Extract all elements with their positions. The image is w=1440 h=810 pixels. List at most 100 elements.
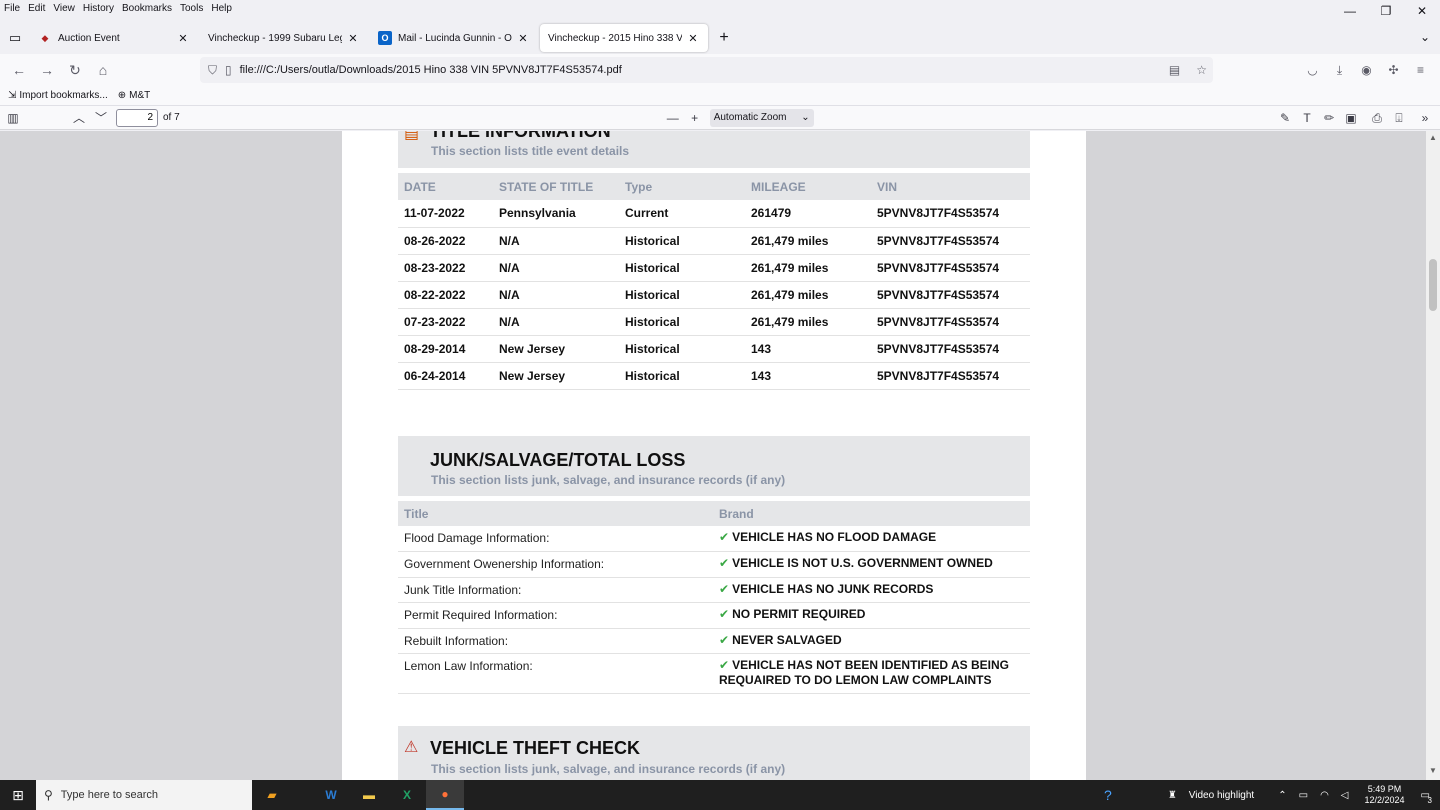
menu-file[interactable]: File	[4, 3, 20, 14]
word-app-icon[interactable]: W	[312, 780, 350, 810]
video-highlight[interactable]: Video highlight	[1189, 790, 1254, 801]
taskbar: ⊞ ⚲ Type here to search ▰ W ▬ X ● ? ♜ Vi…	[0, 780, 1440, 810]
bookmark-star-icon[interactable]: ☆	[1196, 63, 1207, 77]
text-icon[interactable]: T	[1296, 107, 1318, 129]
extensions-icon[interactable]: ✣	[1380, 57, 1407, 83]
reload-icon[interactable]: ↻	[62, 57, 88, 83]
menu-help[interactable]: Help	[211, 3, 232, 14]
minimize-button[interactable]: —	[1332, 0, 1368, 22]
notification-icon[interactable]: ▭ 3	[1421, 790, 1432, 805]
tab-title: Mail - Lucinda Gunnin - Outloo	[398, 32, 512, 44]
file-explorer-icon[interactable]: ▬	[350, 780, 388, 810]
pdf-viewer[interactable]: ▤ TITLE INFORMATION This section lists t…	[0, 131, 1440, 780]
check-icon: ✔	[719, 632, 730, 647]
menu-view[interactable]: View	[53, 3, 75, 14]
tab-vincheckup-subaru[interactable]: Vincheckup - 1999 Subaru Legacy V ✕	[200, 24, 368, 52]
highlight-icon[interactable]: ✎	[1274, 107, 1296, 129]
scroll-up-icon[interactable]: ▲	[1426, 133, 1440, 145]
header-brand: Brand	[713, 501, 1030, 526]
previous-page-icon[interactable]: ︿	[68, 107, 90, 129]
tab-auction-event[interactable]: ◆ Auction Event ✕	[30, 24, 198, 52]
bookmark-label: Import bookmarks...	[19, 90, 108, 101]
bookmark-mt[interactable]: ⊕ M&T	[118, 90, 151, 101]
menu-tools[interactable]: Tools	[180, 3, 203, 14]
url-bar[interactable]: ⛉ ▯ file:///C:/Users/outla/Downloads/201…	[200, 57, 1213, 83]
back-icon[interactable]: ←	[6, 57, 32, 83]
table-row: Flood Damage Information: ✔ VEHICLE HAS N…	[398, 526, 1030, 552]
document-icon: ▤	[404, 131, 420, 142]
cell-type: Current	[619, 200, 745, 228]
cell-vin: 5PVNV8JT7F4S53574	[871, 335, 1030, 363]
table-row: 08-26-2022 N/A Historical 261,479 miles …	[398, 227, 1030, 255]
tab-title: Auction Event	[58, 32, 120, 44]
zoom-select[interactable]: Automatic Zoom ⌄	[709, 108, 814, 127]
menu-history[interactable]: History	[83, 3, 114, 14]
briefcase-app-icon[interactable]: ▰	[252, 780, 292, 810]
new-tab-button[interactable]: +	[710, 24, 738, 52]
vertical-scrollbar[interactable]: ▲ ▼	[1426, 131, 1440, 780]
header-title: Title	[398, 501, 713, 526]
bookmark-label: M&T	[129, 90, 151, 101]
restore-button[interactable]: ❐	[1368, 0, 1404, 22]
close-icon[interactable]: ✕	[176, 32, 190, 45]
url-text[interactable]: file:///C:/Users/outla/Downloads/2015 Hi…	[240, 64, 1159, 76]
print-icon[interactable]: ⎙	[1366, 107, 1388, 129]
window-controls: — ❐ ✕	[1332, 0, 1440, 22]
cell-date: 08-26-2022	[398, 227, 493, 255]
downloads-icon[interactable]: ⤓	[1326, 57, 1353, 83]
table-row: 08-23-2022 N/A Historical 261,479 miles …	[398, 254, 1030, 282]
close-icon[interactable]: ✕	[686, 32, 700, 45]
bookmark-import[interactable]: ⇲ Import bookmarks...	[8, 90, 108, 101]
menu-edit[interactable]: Edit	[28, 3, 45, 14]
volume-icon[interactable]: ◁	[1341, 790, 1349, 801]
cell-date: 07-23-2022	[398, 308, 493, 336]
account-icon[interactable]: ◉	[1353, 57, 1380, 83]
import-icon: ⇲	[8, 90, 17, 101]
monitor-icon[interactable]: ▭	[1299, 790, 1308, 801]
menu-hamburger-icon[interactable]: ≡	[1407, 57, 1434, 83]
chevron-up-icon[interactable]: ⌃	[1278, 790, 1286, 801]
firefox-app-icon[interactable]: ●	[426, 780, 464, 810]
scroll-thumb[interactable]	[1429, 259, 1437, 311]
nba-icon[interactable]: ♜	[1168, 790, 1177, 801]
close-icon[interactable]: ✕	[346, 32, 360, 45]
cell-state: N/A	[493, 308, 619, 336]
next-page-icon[interactable]: ﹀	[90, 107, 112, 129]
zoom-in-icon[interactable]: +	[684, 107, 706, 129]
zoom-out-icon[interactable]: —	[662, 107, 684, 129]
section-subtitle: This section lists junk, salvage, and in…	[431, 473, 786, 487]
cell-mileage: 261479	[745, 200, 871, 228]
taskbar-search[interactable]: ⚲ Type here to search	[36, 780, 252, 810]
draw-icon[interactable]: ✏	[1318, 107, 1340, 129]
tab-mail-outlook[interactable]: O Mail - Lucinda Gunnin - Outloo ✕	[370, 24, 538, 52]
wifi-icon[interactable]: ◠	[1320, 790, 1329, 801]
save-icon[interactable]: ⍗	[1388, 107, 1410, 129]
pocket-icon[interactable]: ◡	[1299, 57, 1326, 83]
tab-vincheckup-hino[interactable]: Vincheckup - 2015 Hino 338 VIN 5P ✕	[540, 24, 708, 52]
page-count: of 7	[163, 112, 180, 123]
table-row: Permit Required Information: ✔ NO PERMIT …	[398, 602, 1030, 629]
close-window-button[interactable]: ✕	[1404, 0, 1440, 22]
list-all-tabs-icon[interactable]: ⌄	[1420, 30, 1430, 44]
shield-icon[interactable]: ⛉	[208, 63, 217, 78]
cell-mileage: 143	[745, 362, 871, 390]
firefox-view-icon[interactable]: ▭	[0, 22, 30, 54]
menu-bookmarks[interactable]: Bookmarks	[122, 3, 172, 14]
help-icon[interactable]: ?	[1104, 787, 1112, 803]
table-row: Rebuilt Information: ✔ NEVER SALVAGED	[398, 628, 1030, 654]
tools-chevron-icon[interactable]: »	[1414, 107, 1436, 129]
clock[interactable]: 5:49 PM 12/2/2024	[1365, 784, 1405, 806]
home-icon[interactable]: ⌂	[90, 57, 116, 83]
excel-app-icon[interactable]: X	[388, 780, 426, 810]
sidebar-toggle-icon[interactable]: ▥	[2, 107, 24, 129]
page-number-input[interactable]	[116, 108, 158, 127]
table-header-row: DATE STATE OF TITLE Type MILEAGE VIN	[398, 173, 1030, 200]
scroll-down-icon[interactable]: ▼	[1426, 766, 1440, 778]
close-icon[interactable]: ✕	[516, 32, 530, 45]
image-icon[interactable]: ▣	[1340, 107, 1362, 129]
cell-title: Government Owenership Information:	[398, 551, 713, 578]
junk-section-header: JUNK/SALVAGE/TOTAL LOSS This section lis…	[398, 436, 1030, 496]
forward-icon[interactable]: →	[34, 57, 60, 83]
windows-start-icon[interactable]: ⊞	[0, 780, 36, 810]
reader-view-icon[interactable]: ▤	[1169, 63, 1180, 77]
